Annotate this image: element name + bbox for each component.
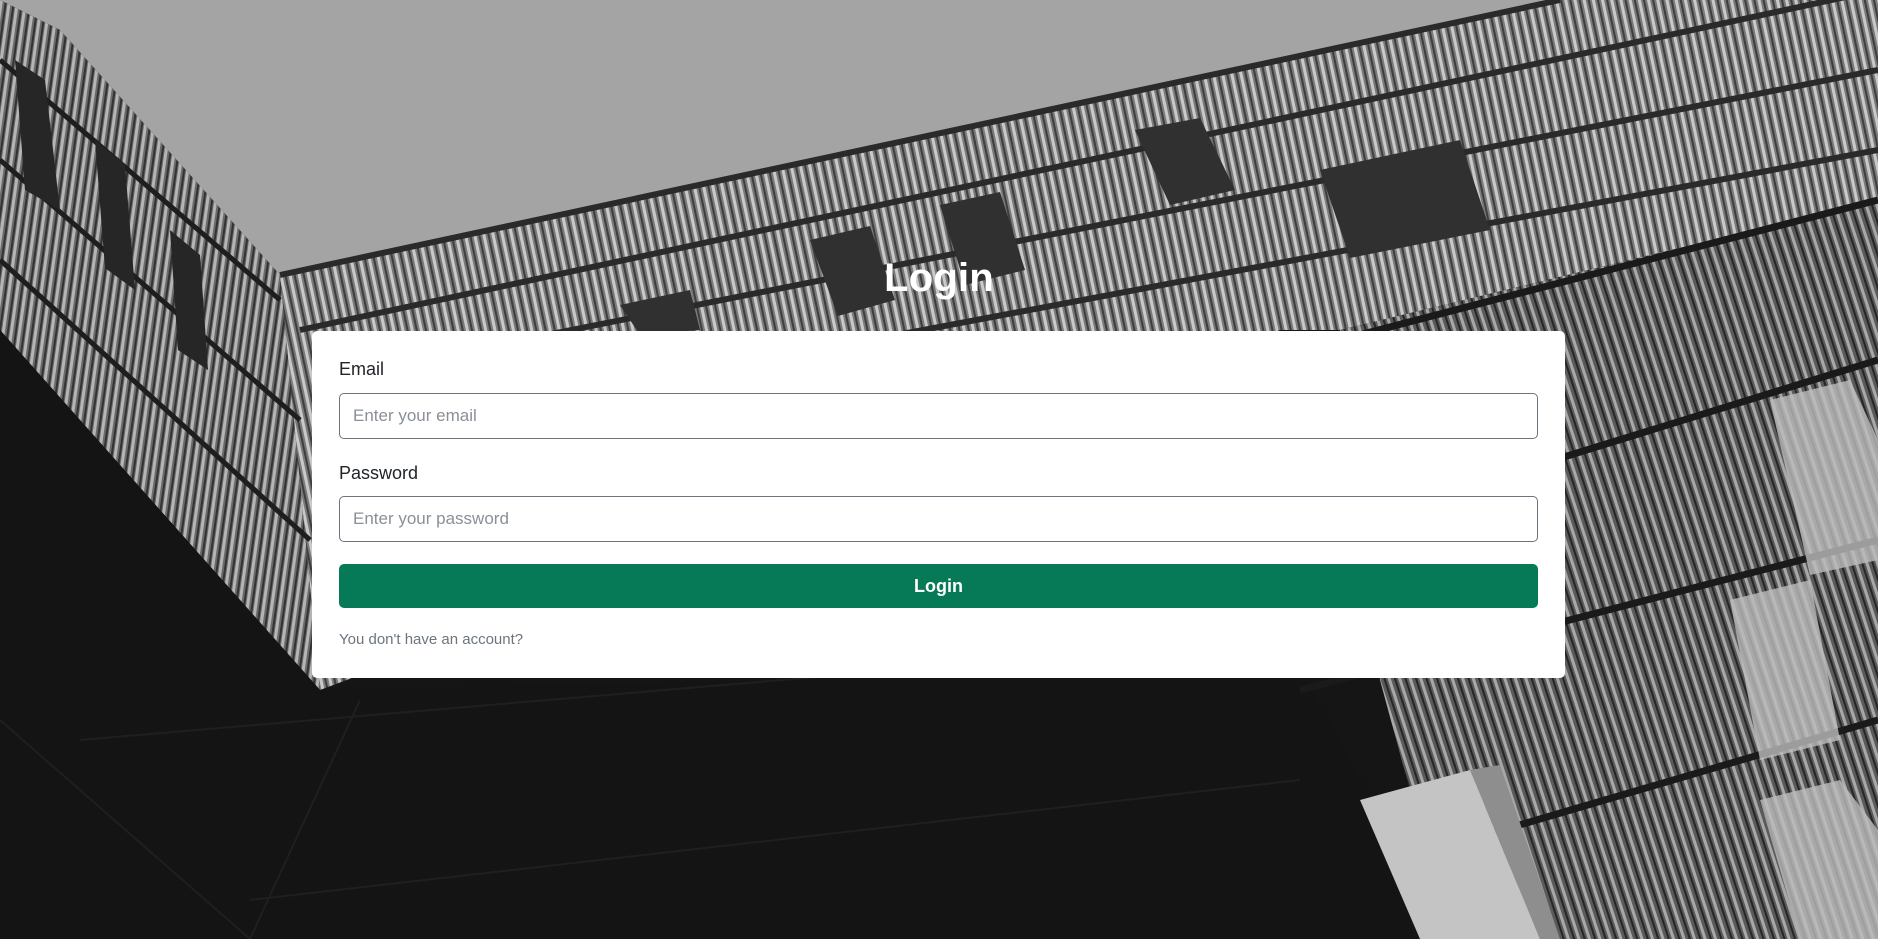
email-label: Email xyxy=(339,359,385,379)
page-title: Login xyxy=(884,256,994,300)
email-input[interactable] xyxy=(339,393,1538,439)
password-input[interactable] xyxy=(339,496,1538,542)
signup-link[interactable]: You don't have an account? xyxy=(339,631,523,648)
password-label: Password xyxy=(339,463,419,483)
login-button[interactable]: Login xyxy=(339,564,1538,608)
login-card: Email Password Login You don't have an a… xyxy=(312,331,1565,678)
